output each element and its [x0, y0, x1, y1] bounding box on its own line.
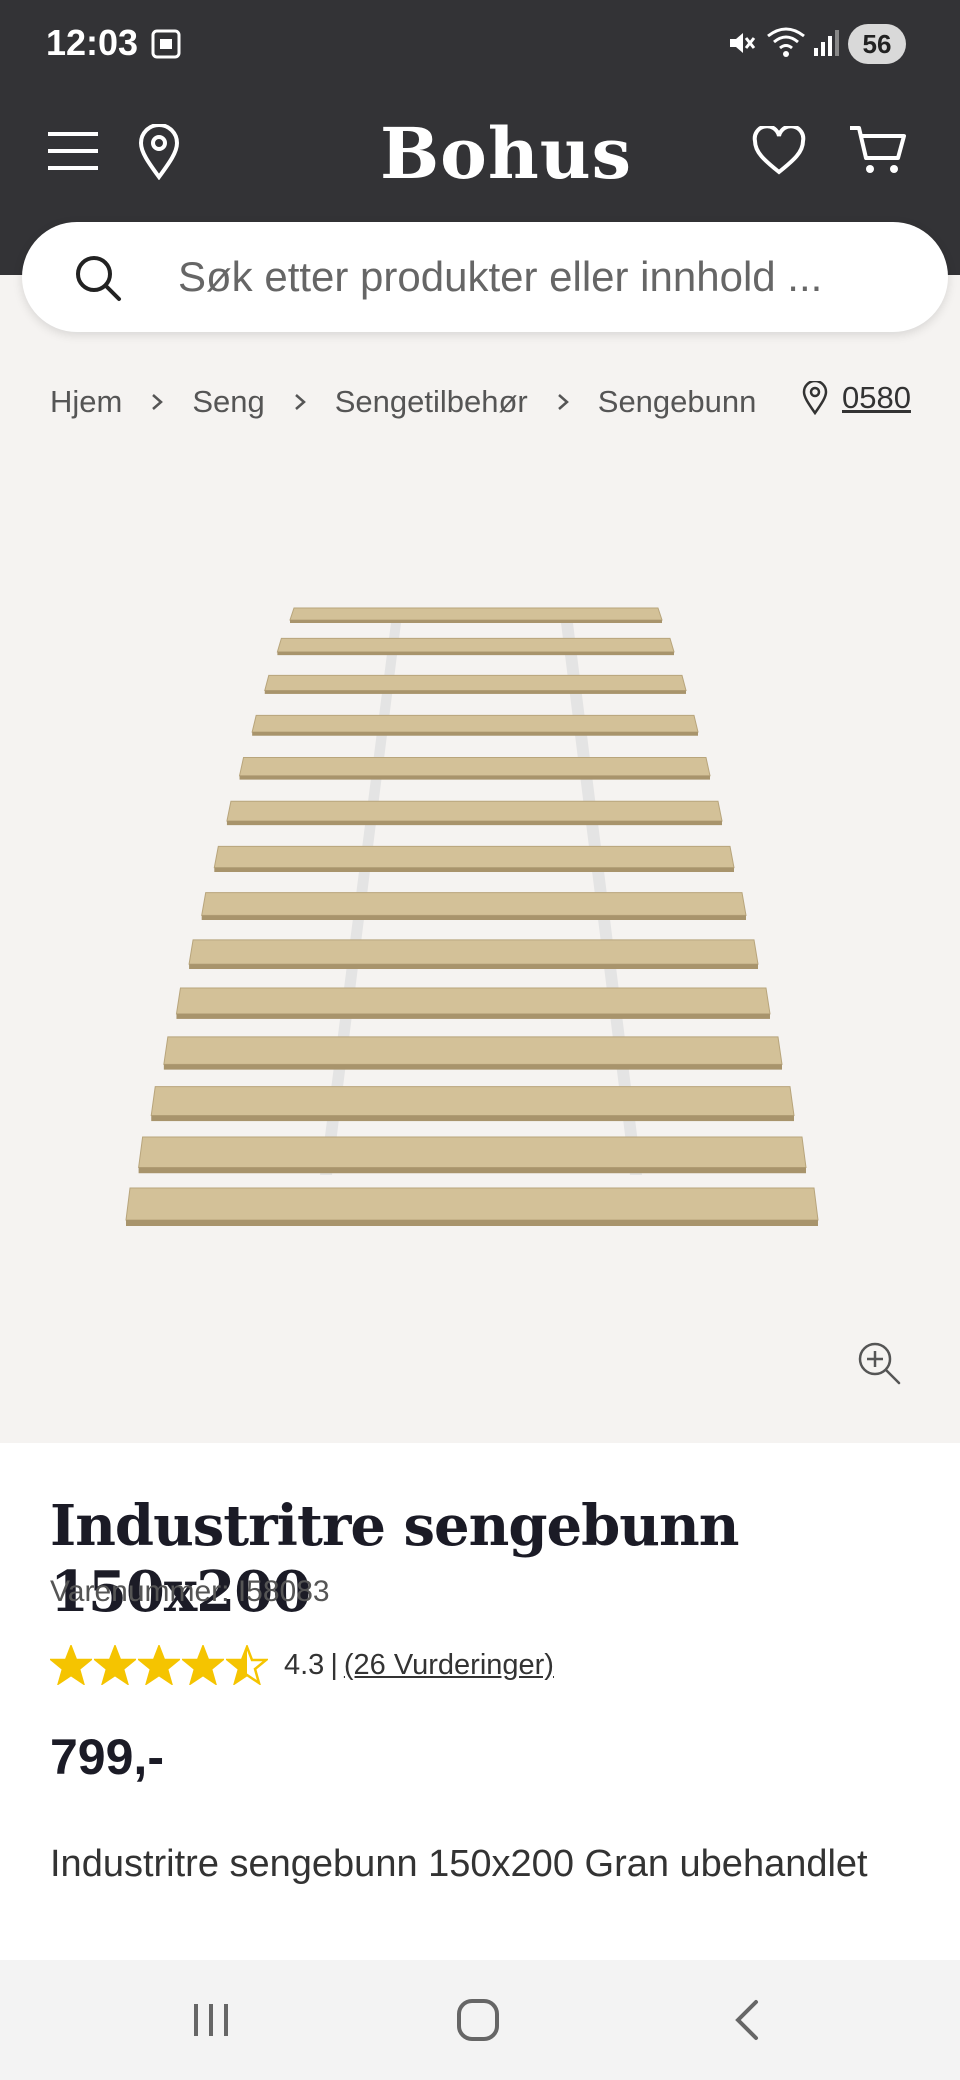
wood-slat [226, 800, 723, 826]
search-input[interactable] [178, 242, 918, 312]
wood-slat [251, 714, 699, 736]
screenshot-icon [151, 29, 181, 59]
wood-slat [175, 987, 771, 1019]
star-icon [138, 1645, 180, 1685]
product-price: 799,- [50, 1729, 164, 1785]
wood-slat [150, 1086, 795, 1122]
chevron-right-icon [152, 394, 164, 410]
mute-icon [730, 33, 756, 53]
home-icon[interactable] [456, 1998, 500, 2042]
wood-slat [276, 637, 675, 656]
system-nav-bar [0, 1960, 960, 2080]
wood-slat [264, 674, 687, 694]
product-info: Industritre sengebunn 150x200 Varenummer… [0, 1443, 960, 1960]
location-pin-icon [802, 381, 828, 415]
product-rating: 4.3 | (26 Vurderinger) [50, 1643, 554, 1687]
search-bar[interactable] [22, 222, 948, 332]
rating-score: 4.3 [284, 1648, 325, 1681]
reviews-link[interactable]: (26 Vurderinger) [344, 1649, 554, 1682]
cart-icon[interactable] [848, 124, 908, 176]
breadcrumb-item-sengebunn[interactable]: Sengebunn [598, 384, 757, 420]
chevron-right-icon [294, 394, 306, 410]
recent-apps-icon[interactable] [190, 2000, 232, 2040]
wifi-icon [767, 27, 805, 57]
chevron-right-icon [557, 394, 569, 410]
zoom-in-icon[interactable] [856, 1340, 902, 1386]
rating-stars [50, 1645, 270, 1685]
star-icon [94, 1645, 136, 1685]
product-sku: Varenummer: I58083 [50, 1575, 330, 1608]
back-icon[interactable] [732, 1998, 760, 2042]
wood-slat [238, 757, 711, 780]
slatted-bed-base-image [125, 607, 819, 1226]
wood-slat [163, 1036, 783, 1070]
heart-icon[interactable] [752, 126, 806, 176]
wood-slat [188, 939, 759, 970]
menu-icon[interactable] [48, 130, 98, 172]
wood-slat [213, 845, 735, 872]
wood-slat [289, 607, 663, 623]
product-description: Industritre sengebunn 150x200 Gran ubeha… [50, 1843, 868, 1885]
star-icon [182, 1645, 224, 1685]
store-selector[interactable]: 0580 [802, 380, 911, 416]
signal-icon [814, 30, 839, 56]
nav-bar: Bohus [0, 100, 960, 200]
breadcrumb: Hjem Seng Sengetilbehør Sengebunn [50, 380, 756, 424]
store-code[interactable]: 0580 [842, 380, 911, 416]
status-bar: 12:03 56 [0, 0, 960, 90]
star-icon [226, 1645, 268, 1685]
breadcrumb-item-home[interactable]: Hjem [50, 384, 122, 420]
product-image[interactable] [0, 440, 960, 1443]
bohus-logo[interactable]: Bohus [380, 112, 632, 195]
breadcrumb-item-seng[interactable]: Seng [192, 384, 264, 420]
wood-slat [138, 1136, 807, 1174]
location-pin-icon[interactable] [136, 124, 182, 180]
battery-indicator: 56 [848, 24, 906, 64]
star-icon [50, 1645, 92, 1685]
breadcrumb-item-sengetilbehor[interactable]: Sengetilbehør [335, 384, 528, 420]
rating-separator: | [330, 1648, 338, 1681]
search-icon[interactable] [74, 254, 122, 302]
wood-slat [125, 1187, 819, 1226]
status-time: 12:03 [46, 22, 139, 63]
wood-slat [201, 892, 747, 920]
